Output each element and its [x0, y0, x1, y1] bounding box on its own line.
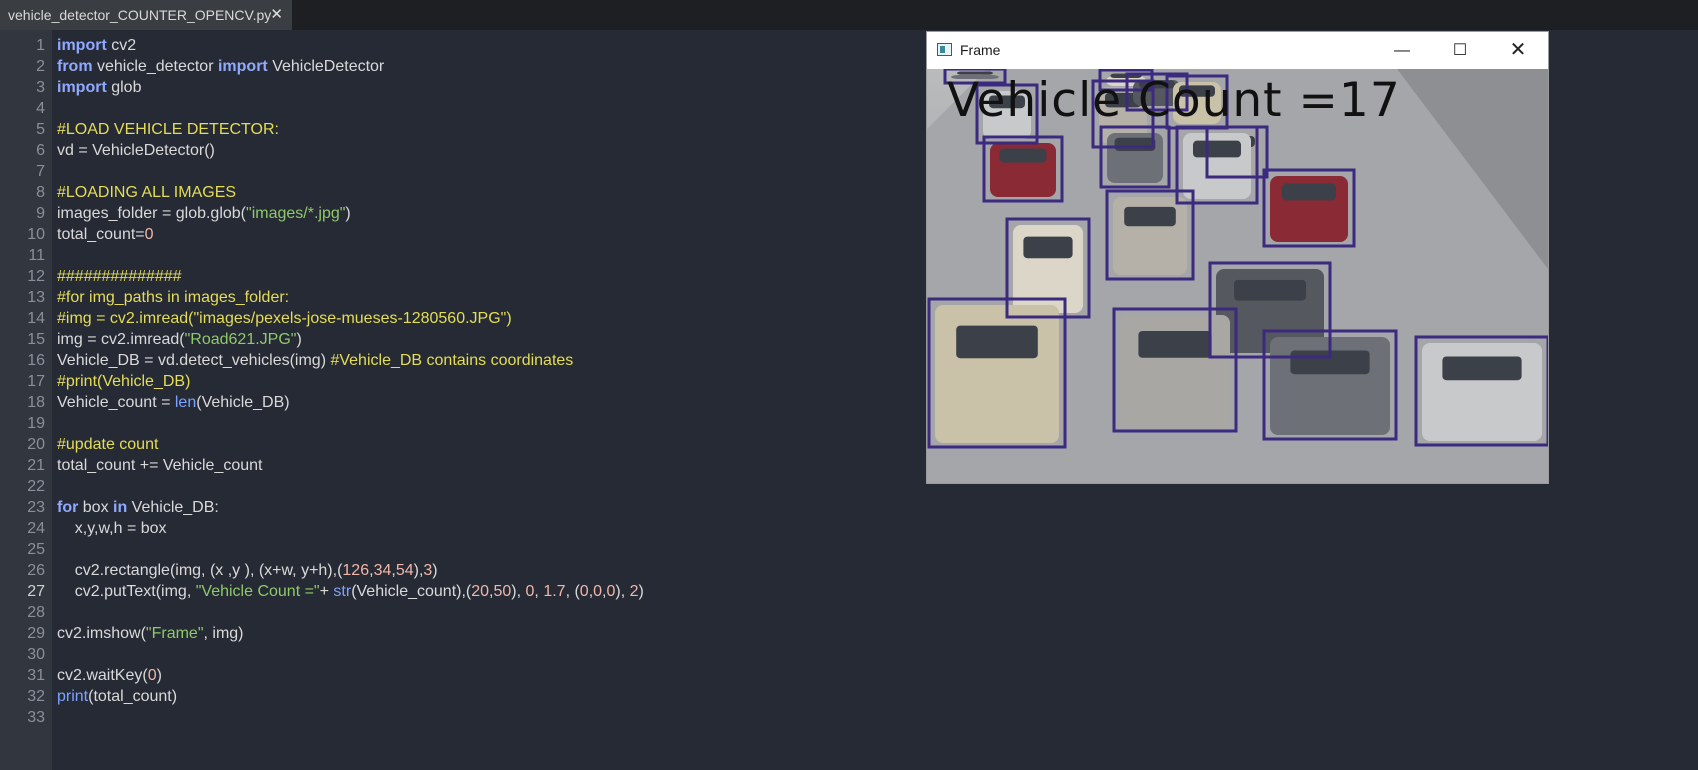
- road-traffic-image: Vehicle Count =17: [927, 69, 1548, 483]
- line-number: 5: [36, 121, 45, 138]
- line-number: 24: [27, 520, 45, 537]
- vehicle-windshield: [1138, 330, 1212, 358]
- line-number: 18: [27, 394, 45, 411]
- line-number: 12: [27, 268, 45, 285]
- line-number: 11: [28, 247, 45, 264]
- code-text: img = cv2.imread("Road621.JPG"): [57, 331, 302, 348]
- line-number: 31: [27, 667, 45, 684]
- line-number: 29: [27, 625, 45, 642]
- vehicle-windshield: [1442, 356, 1522, 381]
- line-number: 15: [27, 331, 45, 348]
- minimize-icon: —: [1394, 42, 1410, 59]
- line-number: 13: [27, 289, 45, 306]
- code-text: cv2.waitKey(0): [57, 667, 162, 684]
- line-number: 27: [27, 583, 45, 600]
- line-number: 21: [27, 457, 45, 474]
- code-text: x,y,w,h = box: [57, 520, 167, 537]
- line-number: 30: [27, 646, 45, 663]
- detection-scene: [927, 69, 1548, 483]
- code-text: #print(Vehicle_DB): [57, 373, 191, 390]
- line-number: 7: [36, 163, 45, 180]
- line-number: 14: [27, 310, 45, 327]
- code-text: images_folder = glob.glob("images/*.jpg"…: [57, 205, 351, 222]
- line-number: 25: [27, 541, 45, 558]
- vehicle-windshield: [1282, 183, 1336, 201]
- line-number: 23: [27, 499, 45, 516]
- code-text: Vehicle_count = len(Vehicle_DB): [57, 394, 290, 411]
- code-text: cv2.rectangle(img, (x ,y ), (x+w, y+h),(…: [57, 562, 438, 579]
- code-text: import glob: [57, 79, 142, 96]
- line-number: 2: [36, 58, 45, 75]
- line-number: 8: [36, 184, 45, 201]
- vehicle-windshield: [956, 325, 1038, 359]
- code-text: Vehicle_DB = vd.detect_vehicles(img) #Ve…: [57, 352, 574, 369]
- close-button[interactable]: ✕: [1489, 32, 1547, 69]
- line-number: 32: [27, 688, 45, 705]
- vehicle-windshield: [1193, 140, 1241, 158]
- line-number: 20: [27, 436, 45, 453]
- line-number: 6: [36, 142, 45, 159]
- close-icon: ✕: [1509, 39, 1527, 61]
- vehicle-windshield: [1124, 206, 1176, 227]
- code-text: vd = VehicleDetector(): [57, 142, 215, 159]
- line-number: 4: [36, 100, 45, 117]
- tab-filename: vehicle_detector_COUNTER_OPENCV.py: [8, 7, 272, 23]
- code-text: total_count += Vehicle_count: [57, 457, 263, 474]
- frame-window[interactable]: Frame — ☐ ✕ Vehicle Count =17: [927, 32, 1548, 483]
- code-text: print(total_count): [57, 688, 178, 705]
- maximize-button[interactable]: ☐: [1431, 32, 1489, 69]
- code-text: cv2.putText(img, "Vehicle Count ="+ str(…: [57, 583, 644, 600]
- code-text: ##############: [57, 268, 182, 285]
- vehicle-windshield: [1023, 236, 1073, 259]
- code-text: import cv2: [57, 37, 137, 54]
- frame-title: Frame: [960, 42, 1001, 58]
- editor-tab[interactable]: vehicle_detector_COUNTER_OPENCV.py ✕: [0, 0, 292, 30]
- line-number: 1: [36, 37, 45, 54]
- line-number: 10: [27, 226, 45, 243]
- code-text: #img = cv2.imread("images/pexels-jose-mu…: [57, 310, 512, 327]
- line-number: 19: [27, 415, 45, 432]
- code-text: from vehicle_detector import VehicleDete…: [57, 58, 385, 75]
- window-app-icon: [937, 43, 952, 56]
- minimize-button[interactable]: —: [1373, 32, 1431, 69]
- code-text: total_count=0: [57, 226, 154, 243]
- line-number: 33: [27, 709, 45, 726]
- frame-titlebar[interactable]: Frame — ☐ ✕: [927, 32, 1548, 69]
- line-number: 9: [36, 205, 45, 222]
- maximize-icon: ☐: [1452, 42, 1468, 59]
- line-number: 3: [36, 79, 45, 96]
- code-text: #update count: [57, 436, 159, 453]
- line-number: 17: [27, 373, 45, 390]
- vehicle-count-overlay: Vehicle Count =17: [947, 73, 1401, 128]
- code-text: #for img_paths in images_folder:: [57, 289, 290, 306]
- line-number: 28: [27, 604, 45, 621]
- line-number: 26: [27, 562, 45, 579]
- code-text: #LOAD VEHICLE DETECTOR:: [57, 121, 279, 138]
- line-number: 16: [27, 352, 45, 369]
- vehicle-windshield: [1114, 137, 1156, 151]
- vehicle-windshield: [1234, 279, 1306, 301]
- tab-bar: vehicle_detector_COUNTER_OPENCV.py ✕: [0, 0, 1698, 30]
- vehicle-windshield: [999, 148, 1047, 163]
- line-number: 22: [27, 478, 45, 495]
- tab-close-icon[interactable]: ✕: [270, 0, 283, 30]
- code-text: #LOADING ALL IMAGES: [57, 184, 237, 201]
- code-text: for box in Vehicle_DB:: [57, 499, 219, 516]
- code-text: cv2.imshow("Frame", img): [57, 625, 244, 642]
